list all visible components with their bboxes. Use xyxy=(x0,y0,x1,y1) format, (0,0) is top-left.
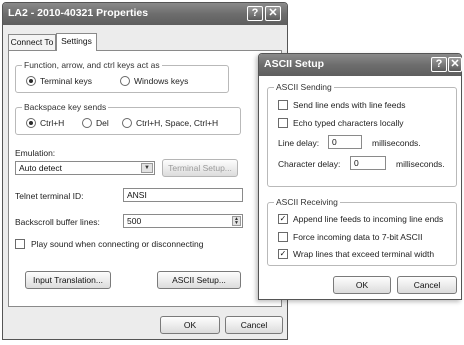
tab-connect-to[interactable]: Connect To xyxy=(8,34,56,50)
ctrl-h-label: Ctrl+H xyxy=(40,118,65,128)
close-button[interactable]: ✕ xyxy=(265,6,281,21)
play-sound-checkbox[interactable] xyxy=(15,239,25,249)
emulation-select[interactable]: Auto detect ▼ xyxy=(15,161,155,175)
cancel-button[interactable]: Cancel xyxy=(225,316,283,334)
del-radio[interactable] xyxy=(82,118,92,128)
ascii-setup-title: ASCII Setup xyxy=(264,58,325,70)
ascii-setup-titlebar[interactable]: ASCII Setup ? ✕ xyxy=(259,54,462,76)
emulation-label: Emulation: xyxy=(15,148,56,158)
check-icon: ✓ xyxy=(279,249,287,258)
tab-settings[interactable]: Settings xyxy=(56,33,97,51)
properties-title: LA2 - 2010-40321 Properties xyxy=(8,7,149,19)
ascii-cancel-button[interactable]: Cancel xyxy=(397,276,457,294)
ctrl-h-space-radio[interactable] xyxy=(122,118,132,128)
telnet-id-label: Telnet terminal ID: xyxy=(15,191,84,201)
send-line-ends-checkbox[interactable] xyxy=(278,100,288,110)
send-line-ends-label: Send line ends with line feeds xyxy=(293,100,406,110)
windows-keys-label: Windows keys xyxy=(134,76,189,86)
backspace-group: Backspace key sends Ctrl+H Del Ctrl+H, S… xyxy=(15,102,241,135)
ascii-sending-legend: ASCII Sending xyxy=(274,82,334,92)
echo-typed-checkbox[interactable] xyxy=(278,118,288,128)
wrap-lines-label: Wrap lines that exceed terminal width xyxy=(293,249,435,259)
ascii-ok-button[interactable]: OK xyxy=(333,276,391,294)
echo-typed-label: Echo typed characters locally xyxy=(293,118,404,128)
ok-button[interactable]: OK xyxy=(160,316,220,334)
force-7bit-checkbox[interactable] xyxy=(278,232,288,242)
terminal-setup-button[interactable]: Terminal Setup... xyxy=(162,159,238,177)
append-line-feeds-label: Append line feeds to incoming line ends xyxy=(293,214,444,224)
backscroll-label: Backscroll buffer lines: xyxy=(15,217,100,227)
chevron-down-icon[interactable]: ▼ xyxy=(141,163,153,173)
play-sound-label: Play sound when connecting or disconnect… xyxy=(31,239,204,249)
ascii-receiving-group: ASCII Receiving ✓ Append line feeds to i… xyxy=(267,197,457,266)
ctrl-h-radio[interactable] xyxy=(26,118,36,128)
backscroll-value: 500 xyxy=(127,216,142,226)
terminal-keys-label: Terminal keys xyxy=(40,76,92,86)
line-delay-unit: milliseconds. xyxy=(372,138,421,148)
wrap-lines-checkbox[interactable]: ✓ xyxy=(278,249,288,259)
char-delay-input[interactable]: 0 xyxy=(350,156,386,170)
properties-titlebar[interactable]: LA2 - 2010-40321 Properties ? ✕ xyxy=(3,3,287,25)
force-7bit-label: Force incoming data to 7-bit ASCII xyxy=(293,232,423,242)
backspace-legend: Backspace key sends xyxy=(22,102,109,112)
backscroll-input[interactable]: 500 ▲ ▼ xyxy=(123,214,243,228)
char-delay-unit: milliseconds. xyxy=(396,159,445,169)
windows-keys-radio[interactable] xyxy=(120,76,130,86)
line-delay-label: Line delay: xyxy=(278,138,320,148)
append-line-feeds-checkbox[interactable]: ✓ xyxy=(278,214,288,224)
function-keys-legend: Function, arrow, and ctrl keys act as xyxy=(22,60,162,70)
ctrl-h-space-label: Ctrl+H, Space, Ctrl+H xyxy=(136,118,219,128)
check-icon: ✓ xyxy=(279,214,287,223)
ascii-setup-button[interactable]: ASCII Setup... xyxy=(157,271,241,289)
ascii-receiving-legend: ASCII Receiving xyxy=(274,197,340,207)
ascii-sending-group: ASCII Sending Send line ends with line f… xyxy=(267,82,457,187)
terminal-keys-radio[interactable] xyxy=(26,76,36,86)
del-label: Del xyxy=(96,118,109,128)
telnet-id-input[interactable]: ANSI xyxy=(123,188,243,202)
line-delay-input[interactable]: 0 xyxy=(328,135,362,149)
spinner-icon[interactable]: ▲ ▼ xyxy=(232,216,241,226)
settings-panel: Function, arrow, and ctrl keys act as Te… xyxy=(8,50,282,307)
properties-dialog: LA2 - 2010-40321 Properties ? ✕ Connect … xyxy=(2,2,288,340)
help-button[interactable]: ? xyxy=(247,6,263,21)
function-keys-group: Function, arrow, and ctrl keys act as Te… xyxy=(15,60,229,93)
ascii-setup-dialog: ASCII Setup ? ✕ ASCII Sending Send line … xyxy=(258,53,462,300)
emulation-value: Auto detect xyxy=(19,163,63,173)
ascii-close-button[interactable]: ✕ xyxy=(448,57,462,72)
char-delay-label: Character delay: xyxy=(278,159,341,169)
ascii-help-button[interactable]: ? xyxy=(431,57,447,72)
input-translation-button[interactable]: Input Translation... xyxy=(25,271,111,289)
